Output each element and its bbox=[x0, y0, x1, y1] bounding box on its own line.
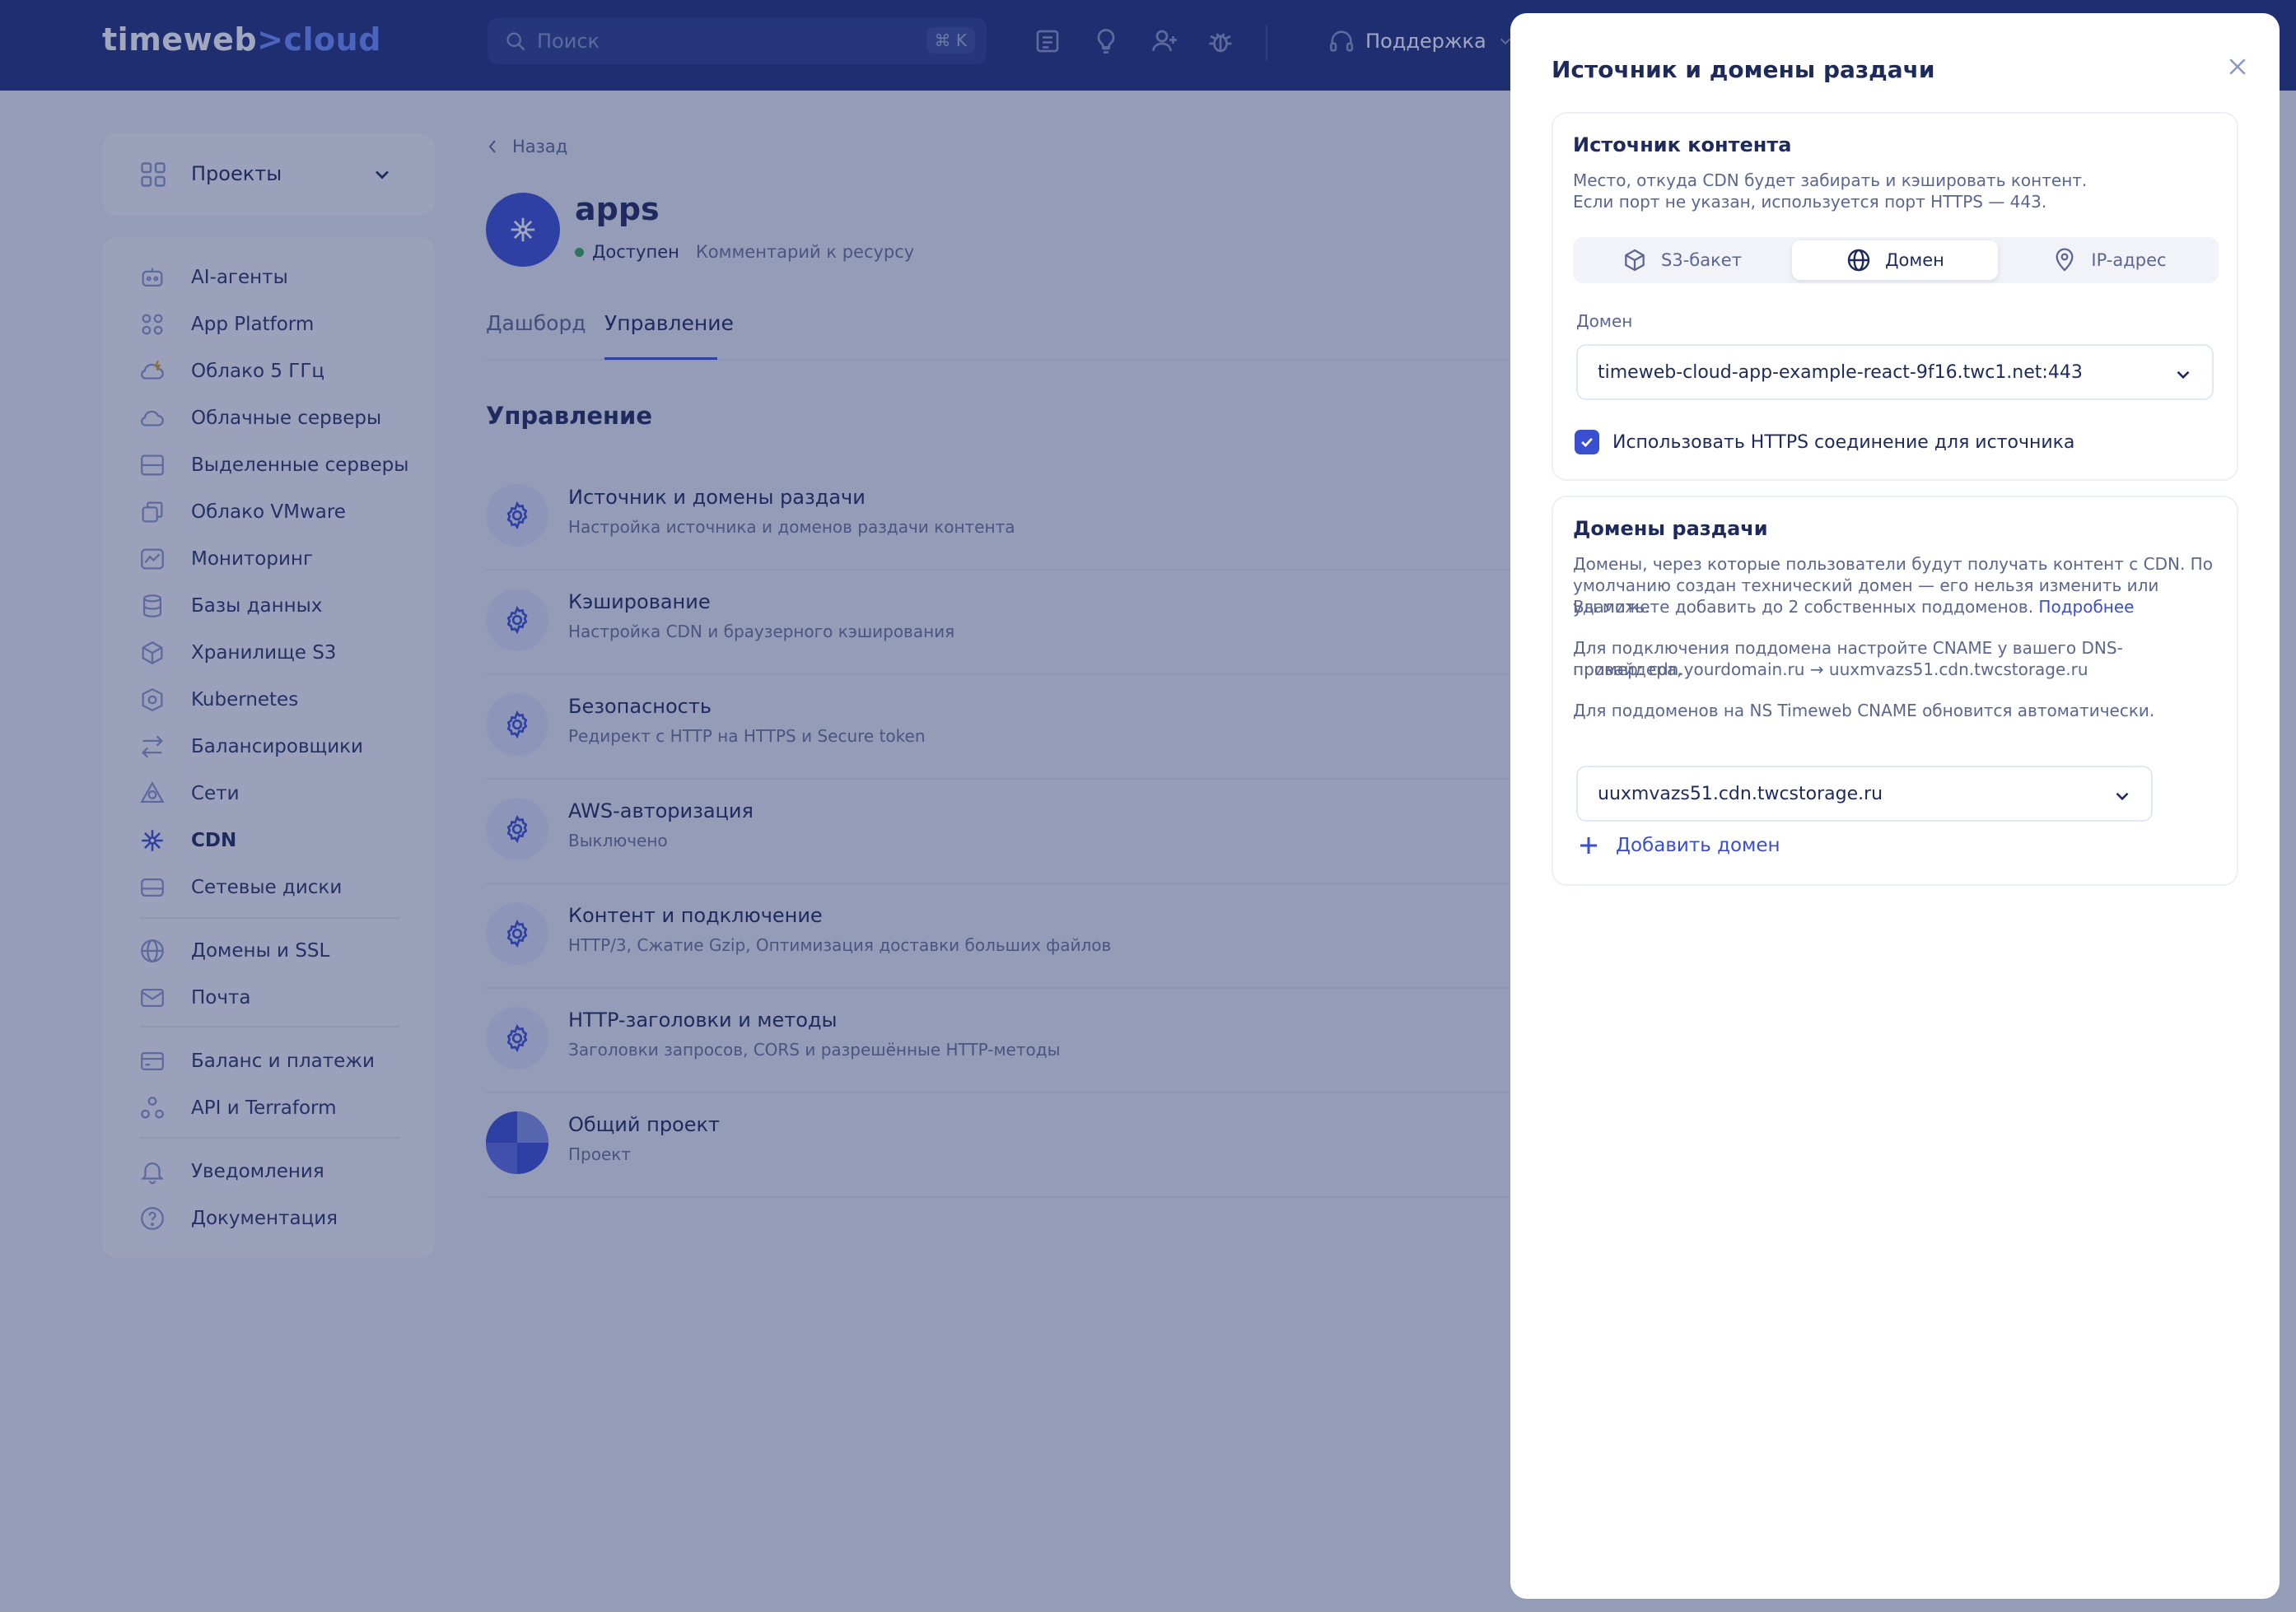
modal-title: Источник и домены раздачи bbox=[1552, 56, 1935, 83]
distribution-domains-heading: Домены раздачи bbox=[1573, 517, 1768, 540]
distribution-domain-value: uuxmvazs51.cdn.twcstorage.ru bbox=[1598, 784, 1883, 804]
source-domain-select[interactable]: timeweb-cloud-app-example-react-9f16.twc… bbox=[1576, 344, 2214, 400]
source-domains-modal: Источник и домены раздачи Источник конте… bbox=[1510, 13, 2280, 1599]
chevron-down-icon bbox=[2177, 370, 2190, 380]
cube-icon bbox=[1625, 249, 1645, 272]
globe-icon bbox=[1847, 249, 1870, 272]
content-source-desc-line2: Если порт не указан, используется порт H… bbox=[1573, 192, 2047, 212]
source-domain-value: timeweb-cloud-app-example-react-9f16.twc… bbox=[1598, 362, 2083, 383]
content-source-heading: Источник контента bbox=[1573, 133, 1792, 156]
source-option-domain[interactable]: Домен bbox=[1792, 240, 1998, 280]
domains-desc-line1: Домены, через которые пользователи будут… bbox=[1573, 554, 2213, 574]
ns-desc: Для поддоменов на NS Timeweb CNAME обнов… bbox=[1573, 701, 2155, 720]
more-info-link[interactable]: Подробнее bbox=[2038, 597, 2134, 617]
source-option-s3[interactable]: S3-бакет bbox=[1578, 240, 1785, 280]
content-source-section: Источник контента Место, откуда CDN буде… bbox=[1552, 112, 2238, 481]
source-type-switch: S3-бакет Домен IP-адрес bbox=[1573, 237, 2219, 283]
domains-desc-line3: Вы можете добавить до 2 собственных подд… bbox=[1573, 597, 2135, 617]
distribution-domains-section: Домены раздачи Домены, через которые пол… bbox=[1552, 496, 2238, 886]
add-domain-button[interactable]: Добавить домен bbox=[1576, 833, 1780, 858]
https-source-checkbox[interactable]: Использовать HTTPS соединение для источн… bbox=[1575, 430, 2074, 454]
checkbox-checked-icon bbox=[1575, 430, 1599, 454]
cname-desc-line2: пример: cdn.yourdomain.ru → uuxmvazs51.c… bbox=[1573, 659, 2088, 679]
plus-icon bbox=[1580, 837, 1597, 854]
domain-field-label: Домен bbox=[1576, 311, 1633, 331]
chevron-down-icon bbox=[2116, 792, 2129, 801]
source-option-ip[interactable]: IP-адрес bbox=[2004, 240, 2214, 280]
location-pin-icon bbox=[2056, 248, 2074, 272]
close-icon[interactable] bbox=[2225, 54, 2250, 79]
content-source-desc-line1: Место, откуда CDN будет забирать и кэшир… bbox=[1573, 170, 2088, 190]
distribution-domain-select[interactable]: uuxmvazs51.cdn.twcstorage.ru bbox=[1576, 766, 2153, 822]
https-source-label: Использовать HTTPS соединение для источн… bbox=[1612, 431, 2075, 453]
